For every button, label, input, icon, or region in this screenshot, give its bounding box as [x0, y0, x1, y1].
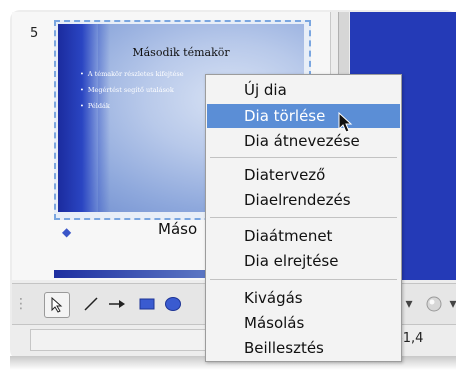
- menu-item-label: Másolás: [244, 314, 305, 332]
- ellipse-tool-button[interactable]: [162, 292, 184, 316]
- dropdown-arrow-icon[interactable]: ▾: [404, 292, 414, 316]
- slide-number: 5: [30, 26, 39, 41]
- menu-item-rename-slide[interactable]: Dia átnevezése: [207, 129, 400, 153]
- menu-separator: [210, 157, 397, 158]
- context-menu: Új dia Dia törlése Dia átnevezése Diater…: [205, 74, 402, 362]
- rectangle-icon: [139, 298, 155, 310]
- thumbnail-bullet: Megértést segítő utalások: [80, 86, 184, 94]
- thumbnail-bullet: Példák: [80, 102, 184, 110]
- slide-name-label: Máso: [158, 220, 198, 238]
- ellipse-icon: [165, 297, 181, 311]
- line-icon: [84, 297, 98, 311]
- toolbar-grip-icon[interactable]: ⋮: [14, 292, 28, 316]
- rectangle-tool-button[interactable]: [136, 292, 158, 316]
- menu-item-slide-layout[interactable]: Diaelrendezés: [207, 188, 400, 212]
- menu-item-slide-transition[interactable]: Diaátmenet: [207, 224, 400, 248]
- arrow-icon: [109, 300, 125, 308]
- menu-item-slide-design[interactable]: Diatervező: [207, 163, 400, 187]
- menu-item-paste[interactable]: Beillesztés: [207, 336, 400, 360]
- 3d-objects-button[interactable]: [424, 292, 444, 316]
- thumbnail-bullet: A témakör részletes kifejtése: [80, 70, 184, 78]
- menu-item-label: Új dia: [244, 81, 287, 99]
- select-tool-button[interactable]: [44, 292, 70, 318]
- menu-item-copy[interactable]: Másolás: [207, 311, 400, 335]
- thumbnail-bullets: A témakör részletes kifejtése Megértést …: [80, 70, 184, 118]
- menu-item-delete-slide[interactable]: Dia törlése: [207, 104, 400, 128]
- menu-item-cut[interactable]: Kivágás: [207, 286, 400, 310]
- mouse-cursor-icon: [338, 111, 354, 138]
- slide-transition-icon: ◆: [62, 225, 72, 239]
- menu-item-label: Beillesztés: [244, 339, 324, 357]
- sphere-icon: [426, 296, 442, 312]
- menu-item-label: Diaátmenet: [244, 227, 333, 245]
- menu-item-label: Dia elrejtése: [244, 252, 339, 270]
- line-tool-button[interactable]: [80, 292, 102, 316]
- menu-separator: [210, 217, 397, 218]
- pointer-icon: [51, 297, 63, 313]
- menu-item-label: Diatervező: [244, 166, 326, 184]
- menu-item-label: Kivágás: [244, 289, 303, 307]
- menu-item-label: Diaelrendezés: [244, 191, 351, 209]
- dropdown-arrow-icon[interactable]: ▾: [448, 292, 456, 316]
- menu-separator: [210, 279, 397, 280]
- thumbnail-title: Második témakör: [132, 46, 230, 59]
- arrow-tool-button[interactable]: [106, 292, 128, 316]
- menu-item-label: Dia törlése: [244, 107, 326, 125]
- menu-item-new-slide[interactable]: Új dia: [207, 78, 400, 102]
- status-field: [30, 329, 212, 351]
- menu-item-hide-slide[interactable]: Dia elrejtése: [207, 249, 400, 273]
